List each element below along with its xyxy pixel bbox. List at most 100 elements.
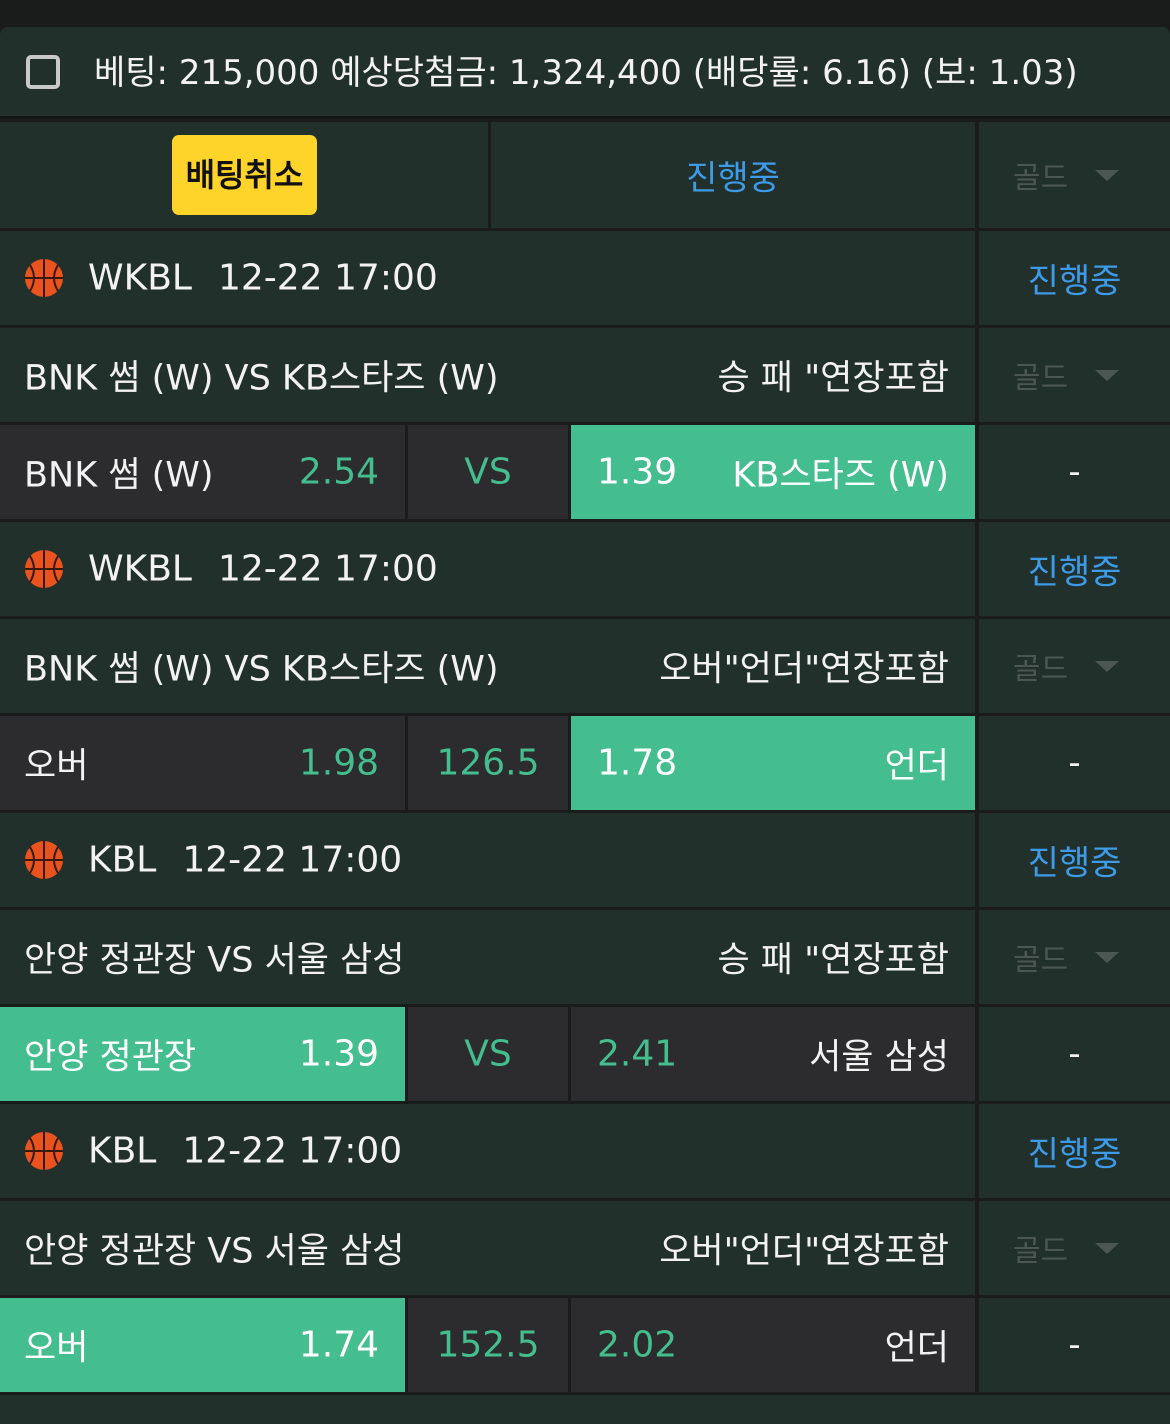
league-info: KBL 12-22 17:00: [88, 1131, 402, 1172]
middle-cell: 152.5: [408, 1298, 568, 1392]
match-status: 진행중: [1027, 552, 1122, 593]
bet-item: WKBL 12-22 17:00 진행중 BNK 썸 (W) VS KB스타즈 (…: [0, 231, 1170, 519]
basketball-icon: [24, 840, 64, 880]
result-cell: -: [979, 425, 1170, 519]
away-odds-button[interactable]: 1.78 언더: [571, 716, 975, 810]
cancel-cell: 배팅취소: [0, 122, 488, 228]
market-name: 오버"언더"연장포함: [659, 1231, 949, 1272]
home-odds-button[interactable]: 오버 1.74: [0, 1298, 405, 1392]
home-odds-button[interactable]: BNK 썸 (W) 2.54: [0, 425, 405, 519]
away-odds-value: 1.39: [597, 451, 678, 493]
caret-down-icon: [1095, 370, 1119, 381]
away-option-name: 서울 삼성: [809, 1037, 949, 1078]
match-row: 안양 정관장 VS 서울 삼성 오버"언더"연장포함: [0, 1201, 975, 1295]
league-name: WKBL: [88, 257, 192, 299]
league-name: WKBL: [88, 548, 192, 590]
select-checkbox[interactable]: [26, 55, 60, 89]
league-info: KBL 12-22 17:00: [88, 840, 402, 881]
gold-dropdown[interactable]: 골드: [979, 910, 1170, 1004]
away-option-name: 언더: [884, 1328, 949, 1369]
middle-value: 152.5: [436, 1324, 540, 1366]
match-row: 안양 정관장 VS 서울 삼성 승 패 "연장포함: [0, 910, 975, 1004]
bottom-bar: [0, 1395, 1170, 1424]
home-odds-value: 1.98: [298, 742, 379, 784]
match-datetime: 12-22 17:00: [217, 548, 438, 590]
caret-down-icon: [1095, 1243, 1119, 1254]
league-info: WKBL 12-22 17:00: [88, 549, 438, 590]
away-option-name: KB스타즈 (W): [732, 455, 949, 496]
match-status: 진행중: [1027, 1134, 1122, 1175]
home-option-name: 오버: [24, 1328, 89, 1369]
match-row: BNK 썸 (W) VS KB스타즈 (W) 승 패 "연장포함: [0, 328, 975, 422]
cancel-bet-button[interactable]: 배팅취소: [172, 135, 317, 215]
league-name: KBL: [88, 839, 157, 881]
status-cell: 진행중: [979, 1104, 1170, 1198]
match-datetime: 12-22 17:00: [182, 839, 403, 881]
bet-slip-page: 베팅: 215,000 예상당첨금: 1,324,400 (배당률: 6.16)…: [0, 0, 1170, 1424]
away-odds-button[interactable]: 2.41 서울 삼성: [571, 1007, 975, 1101]
middle-value: 126.5: [436, 742, 540, 784]
result-value: -: [1068, 1325, 1081, 1365]
middle-cell: 126.5: [408, 716, 568, 810]
match-status: 진행중: [1027, 843, 1122, 884]
gold-dropdown[interactable]: 골드: [979, 1201, 1170, 1295]
result-cell: -: [979, 716, 1170, 810]
middle-value: VS: [464, 451, 512, 493]
status-cell: 진행중: [979, 522, 1170, 616]
result-cell: -: [979, 1007, 1170, 1101]
home-odds-button[interactable]: 안양 정관장 1.39: [0, 1007, 405, 1101]
away-odds-value: 2.41: [597, 1033, 678, 1075]
home-odds-value: 2.54: [298, 451, 379, 493]
result-value: -: [1068, 1034, 1081, 1074]
league-row: KBL 12-22 17:00: [0, 813, 975, 907]
match-row: BNK 썸 (W) VS KB스타즈 (W) 오버"언더"연장포함: [0, 619, 975, 713]
gold-select[interactable]: 골드: [979, 910, 1170, 1004]
basketball-icon: [24, 549, 64, 589]
gold-label: 골드: [1013, 1234, 1069, 1269]
gold-dropdown[interactable]: 골드: [979, 619, 1170, 713]
result-value: -: [1068, 743, 1081, 783]
away-odds-button[interactable]: 2.02 언더: [571, 1298, 975, 1392]
gold-label: 골드: [1013, 361, 1069, 396]
gold-label: 골드: [1013, 161, 1069, 196]
gold-select[interactable]: 골드: [979, 1201, 1170, 1295]
basketball-icon: [24, 1131, 64, 1171]
league-row: WKBL 12-22 17:00: [0, 231, 975, 325]
home-odds-value: 1.39: [298, 1033, 379, 1075]
match-datetime: 12-22 17:00: [217, 257, 438, 299]
middle-value: VS: [464, 1033, 512, 1075]
bet-summary-bar: 베팅: 215,000 예상당첨금: 1,324,400 (배당률: 6.16)…: [0, 27, 1170, 119]
gold-cell[interactable]: 골드: [979, 122, 1170, 228]
gold-dropdown[interactable]: 골드: [979, 122, 1170, 228]
away-odds-button[interactable]: 1.39 KB스타즈 (W): [571, 425, 975, 519]
league-row: KBL 12-22 17:00: [0, 1104, 975, 1198]
status-cell: 진행중: [491, 122, 975, 228]
home-option-name: 안양 정관장: [24, 1037, 197, 1078]
match-title: BNK 썸 (W) VS KB스타즈 (W): [24, 649, 499, 690]
middle-cell: VS: [408, 425, 568, 519]
match-title: 안양 정관장 VS 서울 삼성: [24, 940, 405, 981]
caret-down-icon: [1095, 661, 1119, 672]
status-cell: 진행중: [979, 231, 1170, 325]
bet-item: KBL 12-22 17:00 진행중 안양 정관장 VS 서울 삼성 승 패 "…: [0, 813, 1170, 1101]
home-odds-value: 1.74: [298, 1324, 379, 1366]
market-name: 승 패 "연장포함: [717, 358, 949, 399]
gold-select[interactable]: 골드: [979, 328, 1170, 422]
gold-label: 골드: [1013, 943, 1069, 978]
gold-dropdown[interactable]: 골드: [979, 328, 1170, 422]
bet-summary-text: 베팅: 215,000 예상당첨금: 1,324,400 (배당률: 6.16)…: [94, 53, 1078, 93]
bet-item: WKBL 12-22 17:00 진행중 BNK 썸 (W) VS KB스타즈 (…: [0, 522, 1170, 810]
bet-item: KBL 12-22 17:00 진행중 안양 정관장 VS 서울 삼성 오버"언더…: [0, 1104, 1170, 1392]
match-status: 진행중: [1027, 261, 1122, 302]
match-title: 안양 정관장 VS 서울 삼성: [24, 1231, 405, 1272]
away-odds-value: 2.02: [597, 1324, 678, 1366]
league-name: KBL: [88, 1130, 157, 1172]
gold-select[interactable]: 골드: [979, 619, 1170, 713]
market-name: 승 패 "연장포함: [717, 940, 949, 981]
league-row: WKBL 12-22 17:00: [0, 522, 975, 616]
status-cell: 진행중: [979, 813, 1170, 907]
result-cell: -: [979, 1298, 1170, 1392]
home-odds-button[interactable]: 오버 1.98: [0, 716, 405, 810]
status-label: 진행중: [686, 158, 780, 199]
match-title: BNK 썸 (W) VS KB스타즈 (W): [24, 358, 499, 399]
